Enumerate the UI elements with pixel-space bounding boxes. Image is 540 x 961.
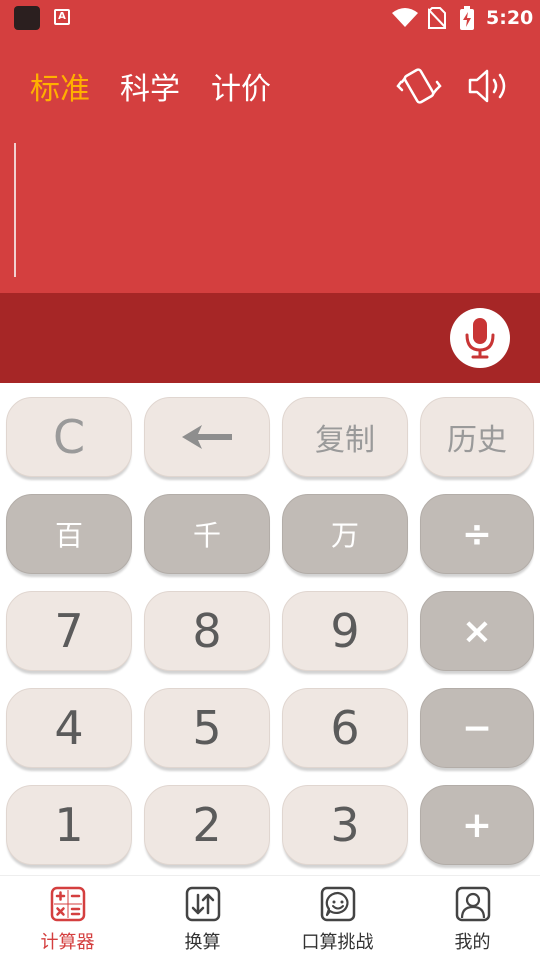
text-cursor — [14, 143, 16, 277]
tab-pricing[interactable]: 计价 — [211, 64, 271, 108]
nav-profile[interactable]: 我的 — [405, 876, 540, 961]
profile-icon — [455, 886, 490, 922]
voice-input-button[interactable] — [450, 308, 510, 368]
text-a-icon: A — [54, 9, 70, 25]
vibrate-phone-icon[interactable] — [396, 66, 442, 106]
digit-9-button[interactable]: 9 — [282, 591, 408, 671]
status-bar: A 5:20 — [0, 0, 540, 38]
history-button[interactable]: 历史 — [420, 397, 534, 477]
microphone-icon — [465, 318, 495, 359]
nav-calculator[interactable]: 计算器 — [0, 876, 135, 961]
plus-button[interactable]: + — [420, 785, 534, 865]
multiply-button[interactable]: × — [420, 591, 534, 671]
convert-arrows-icon — [185, 886, 220, 922]
no-sim-icon — [428, 7, 446, 29]
digit-7-button[interactable]: 7 — [6, 591, 132, 671]
hundred-button[interactable]: 百 — [6, 494, 132, 574]
calculator-icon — [50, 886, 85, 922]
copy-button[interactable]: 复制 — [282, 397, 408, 477]
backspace-button[interactable] — [144, 397, 270, 477]
nav-mental-challenge[interactable]: 口算挑战 — [270, 876, 405, 961]
digit-4-button[interactable]: 4 — [6, 688, 132, 768]
speaker-icon[interactable] — [467, 66, 511, 106]
app-notification-icon — [14, 6, 40, 30]
ten-thousand-button[interactable]: 万 — [282, 494, 408, 574]
nav-profile-label: 我的 — [454, 932, 491, 953]
thousand-button[interactable]: 千 — [144, 494, 270, 574]
digit-3-button[interactable]: 3 — [282, 785, 408, 865]
chat-smile-icon — [320, 886, 355, 922]
digit-8-button[interactable]: 8 — [144, 591, 270, 671]
wifi-icon — [392, 8, 418, 27]
clear-button[interactable]: C — [6, 397, 132, 477]
tab-standard[interactable]: 标准 — [30, 64, 90, 108]
nav-convert-label: 换算 — [184, 932, 221, 953]
digit-1-button[interactable]: 1 — [6, 785, 132, 865]
nav-convert[interactable]: 换算 — [135, 876, 270, 961]
digit-6-button[interactable]: 6 — [282, 688, 408, 768]
status-time: 5:20 — [486, 7, 534, 29]
digit-2-button[interactable]: 2 — [144, 785, 270, 865]
bottom-navigation: 计算器 换算 口算挑战 我的 — [0, 875, 540, 961]
divide-button[interactable]: ÷ — [420, 494, 534, 574]
digit-5-button[interactable]: 5 — [144, 688, 270, 768]
back-arrow-icon — [182, 425, 232, 449]
minus-button[interactable]: − — [420, 688, 534, 768]
keypad: C 复制 历史 百 千 万 ÷ 7 8 9 × 4 5 6 − 1 2 3 + — [0, 383, 540, 875]
nav-calculator-label: 计算器 — [40, 932, 95, 953]
battery-charging-icon — [460, 6, 474, 30]
nav-mental-challenge-label: 口算挑战 — [301, 932, 374, 953]
calculator-header: 标准 科学 计价 — [0, 38, 540, 293]
tab-scientific[interactable]: 科学 — [120, 64, 180, 108]
result-bar — [0, 293, 540, 383]
